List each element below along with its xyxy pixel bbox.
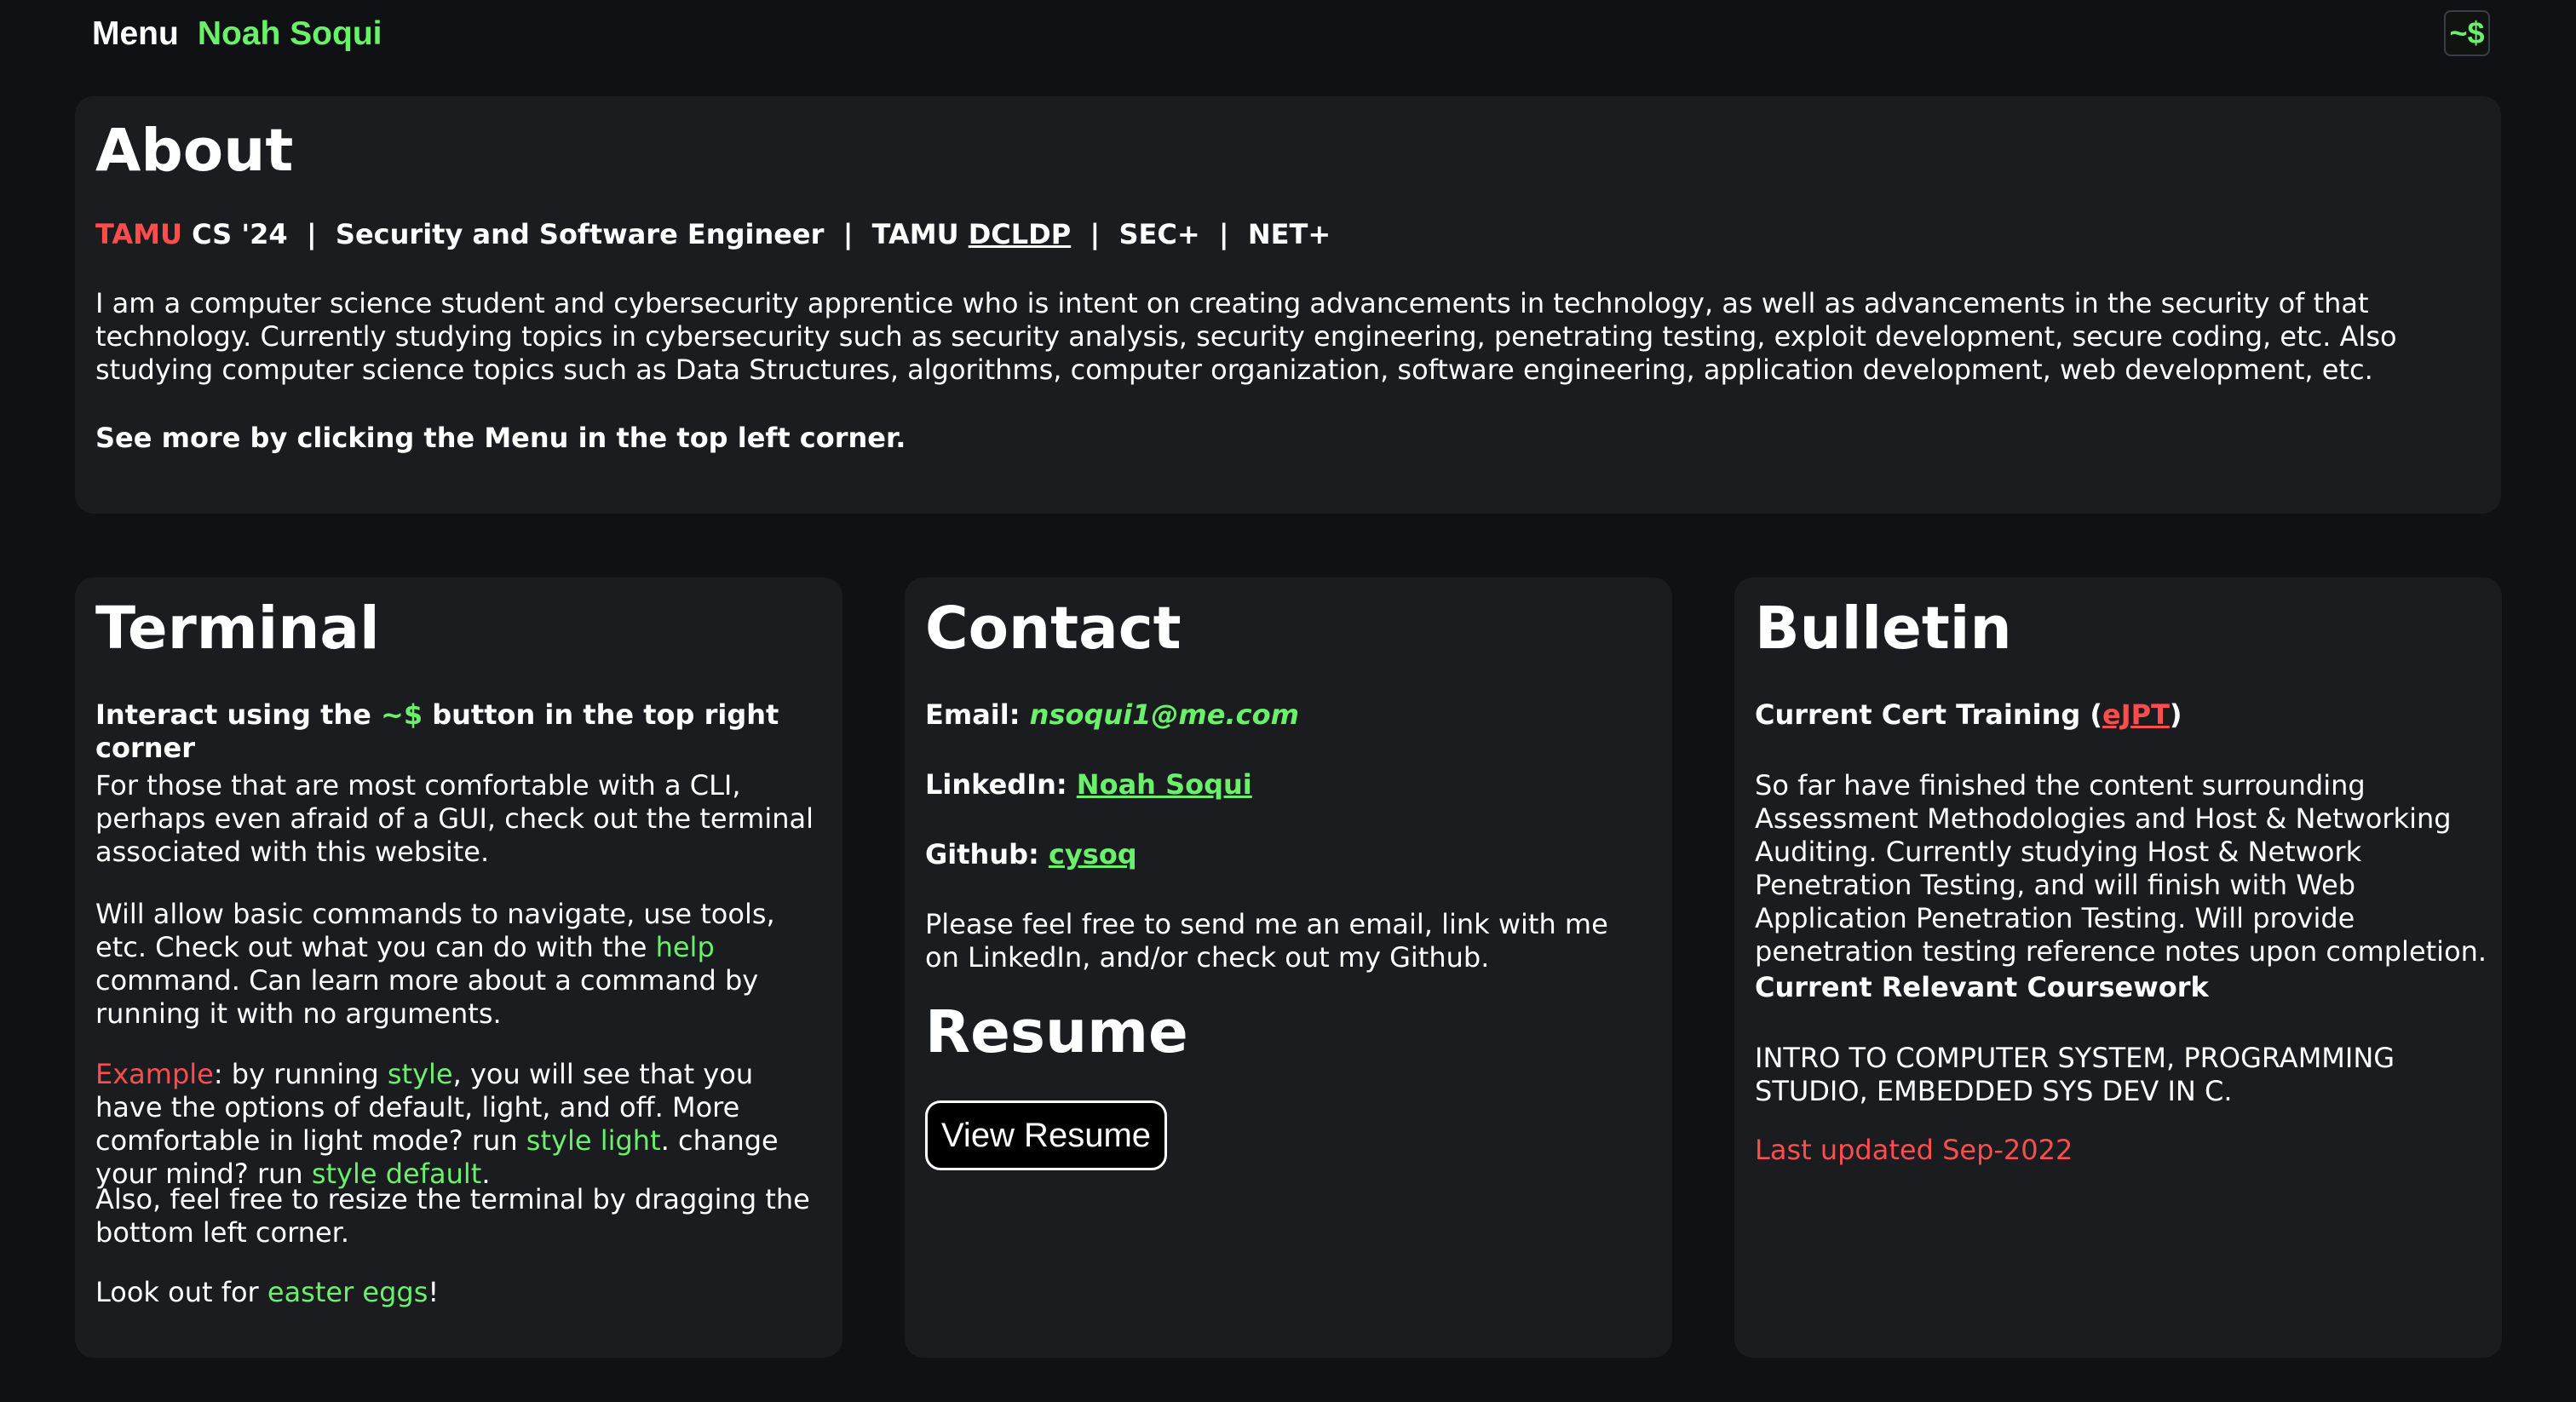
resume-title: Resume xyxy=(925,998,1188,1066)
style-light-command: style light xyxy=(526,1124,661,1157)
github-link[interactable]: cysoq xyxy=(1049,838,1137,871)
last-updated: Last updated Sep-2022 xyxy=(1755,1134,2073,1166)
contact-title: Contact xyxy=(925,595,1182,663)
terminal-p2: Will allow basic commands to navigate, u… xyxy=(95,898,828,1031)
terminal-p4: Also, feel free to resize the terminal b… xyxy=(95,1183,810,1249)
email-row: Email: nsoqui1@me.com xyxy=(925,698,1299,732)
style-command: style xyxy=(387,1058,453,1090)
cert-heading: Current Cert Training (eJPT) xyxy=(1755,698,2182,732)
coursework-text: INTRO TO COMPUTER SYSTEM, PROGRAMMING ST… xyxy=(1755,1042,2395,1107)
coursework-title: Current Relevant Coursework xyxy=(1755,971,2209,1003)
about-tagline: TAMU CS '24 | Security and Software Engi… xyxy=(95,218,1331,251)
cert-text: So far have finished the content surroun… xyxy=(1755,769,2487,968)
view-resume-button[interactable]: View Resume xyxy=(925,1100,1167,1170)
contact-note: Please feel free to send me an email, li… xyxy=(925,908,1608,974)
terminal-title: Terminal xyxy=(95,595,380,663)
p5-after: ! xyxy=(428,1276,440,1308)
about-card: About TAMU CS '24 | Security and Softwar… xyxy=(75,96,2501,514)
github-label: Github: xyxy=(925,838,1039,871)
example-label: Example xyxy=(95,1058,214,1090)
email-link[interactable]: nsoqui1@me.com xyxy=(1030,698,1299,731)
terminal-interact: Interact using the ~$ button in the top … xyxy=(95,698,842,765)
tagline-part1: CS '24 | Security and Software Engineer … xyxy=(181,218,969,250)
cert-before: Current Cert Training ( xyxy=(1755,698,2103,731)
terminal-p1: For those that are most comfortable with… xyxy=(95,769,814,868)
terminal-p5: Look out for easter eggs! xyxy=(95,1276,439,1309)
contact-card: Contact Email: nsoqui1@me.com LinkedIn: … xyxy=(905,577,1672,1358)
top-bar: Menu Noah Soqui xyxy=(92,15,382,53)
about-see-more: See more by clicking the Menu in the top… xyxy=(95,422,906,454)
easter-eggs: easter eggs xyxy=(267,1276,428,1308)
about-title: About xyxy=(95,117,294,185)
bulletin-card: Bulletin Current Cert Training (eJPT) So… xyxy=(1734,577,2502,1358)
site-name: Noah Soqui xyxy=(197,15,382,52)
tagline-part2: | SEC+ | NET+ xyxy=(1071,218,1331,250)
p5-before: Look out for xyxy=(95,1276,267,1308)
p3-t1: : by running xyxy=(213,1058,388,1090)
dcldp-link[interactable]: DCLDP xyxy=(969,218,1071,250)
interact-before: Interact using the xyxy=(95,698,382,731)
about-description: I am a computer science student and cybe… xyxy=(95,287,2397,386)
terminal-symbol: ~$ xyxy=(381,698,423,731)
linkedin-row: LinkedIn: Noah Soqui xyxy=(925,768,1252,802)
email-label: Email: xyxy=(925,698,1021,731)
bulletin-title: Bulletin xyxy=(1755,595,2012,663)
help-command: help xyxy=(655,931,715,963)
linkedin-link[interactable]: Noah Soqui xyxy=(1077,768,1252,801)
tamu-text: TAMU xyxy=(95,218,182,250)
terminal-p3: Example: by running style, you will see … xyxy=(95,1058,828,1191)
p2-after: command. Can learn more about a command … xyxy=(95,964,759,1030)
menu-button[interactable]: Menu xyxy=(92,15,179,53)
linkedin-label: LinkedIn: xyxy=(925,768,1067,801)
github-row: Github: cysoq xyxy=(925,838,1137,871)
terminal-card: Terminal Interact using the ~$ button in… xyxy=(75,577,842,1358)
cert-after: ) xyxy=(2169,698,2182,731)
terminal-button[interactable]: ~$ xyxy=(2444,10,2490,56)
ejpt-link[interactable]: eJPT xyxy=(2102,698,2170,731)
